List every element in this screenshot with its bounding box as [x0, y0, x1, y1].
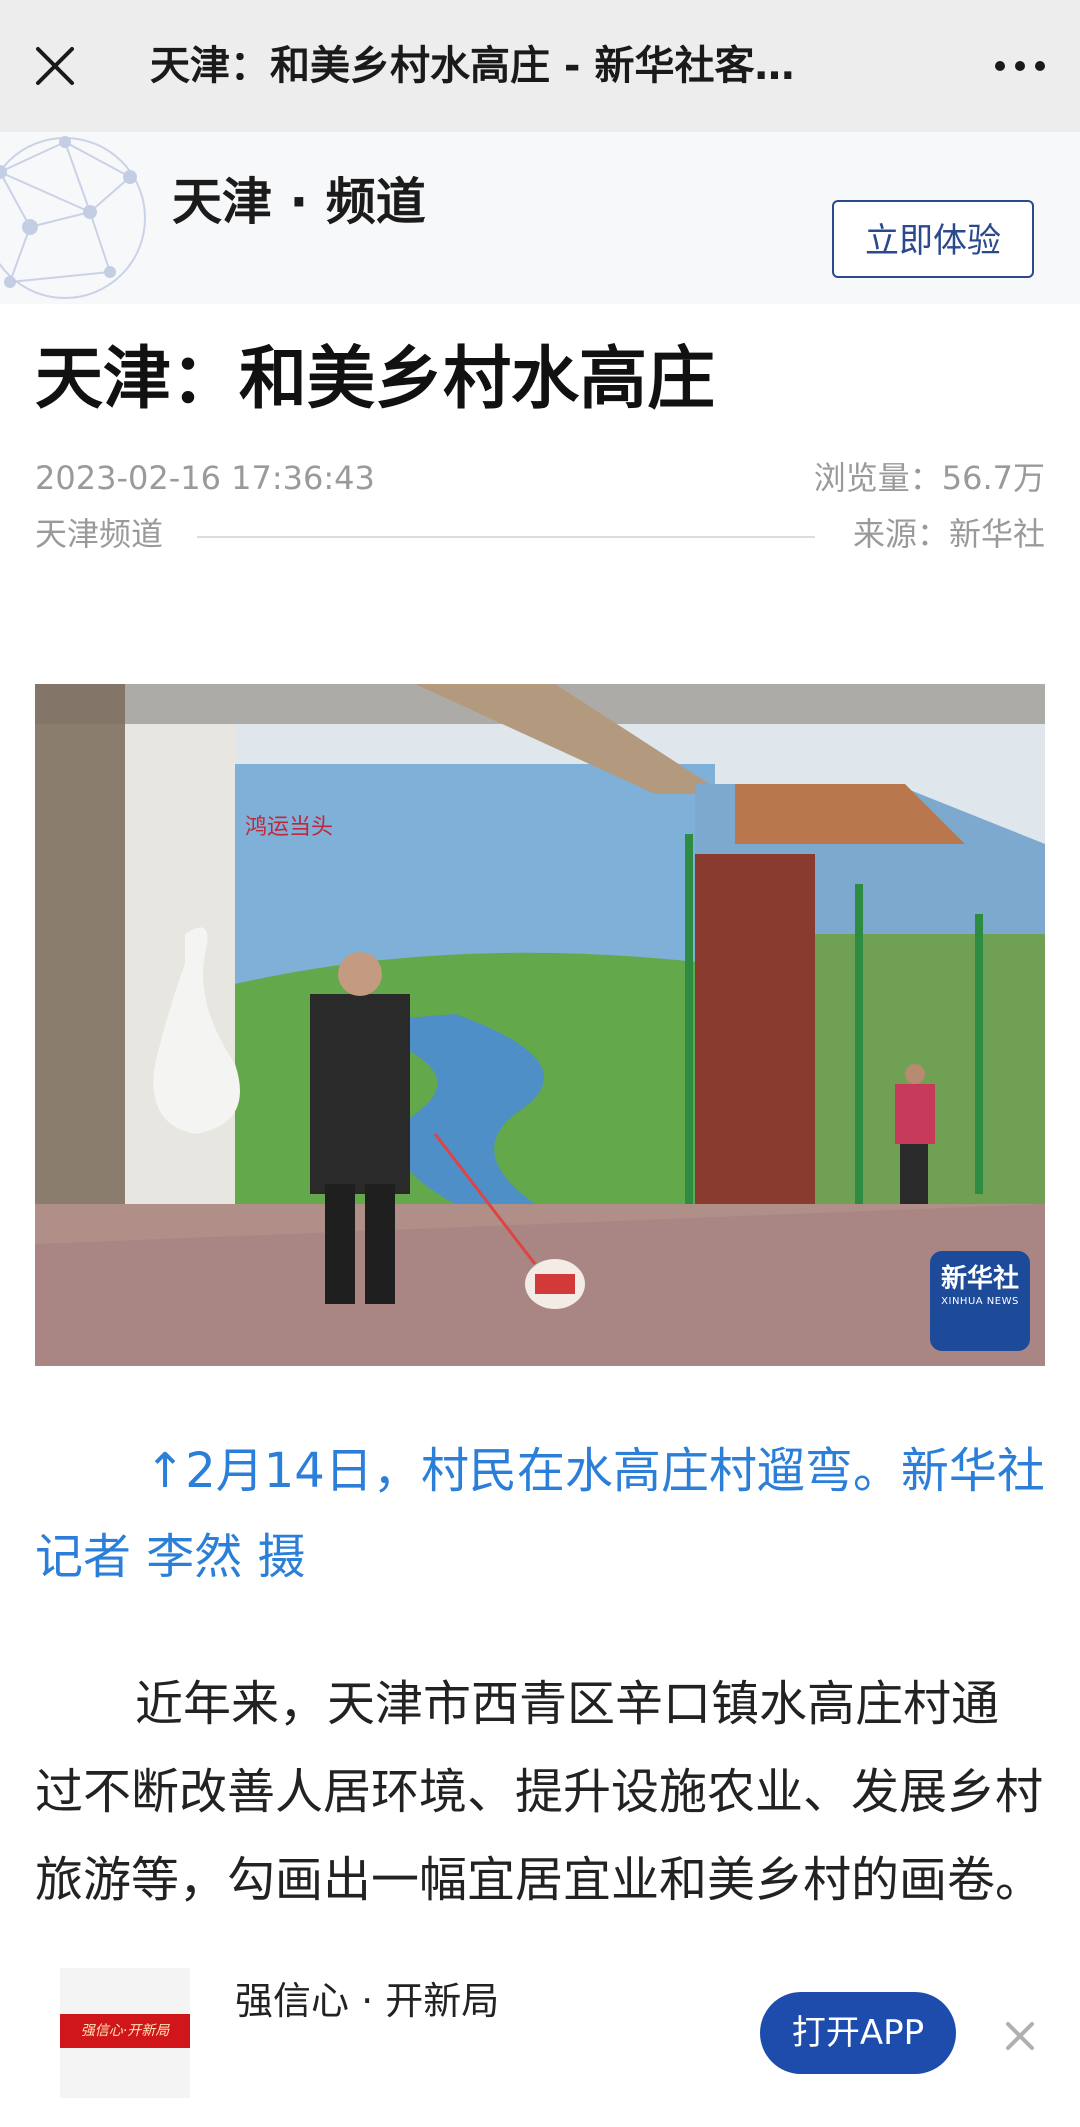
app-promo-bar: 强信心·开新局 强信心 · 开新局 打开APP: [0, 1940, 1080, 2127]
source-label: 来源：新华社: [852, 515, 1045, 553]
mural-text: 鸿运当头: [245, 815, 333, 840]
thumb-text: 强信心·开新局: [80, 2023, 170, 2039]
promo-thumbnail[interactable]: 强信心·开新局: [60, 1968, 190, 2098]
open-app-button[interactable]: 打开APP: [760, 1992, 956, 2074]
channel-title: 天津 · 频道: [172, 173, 426, 231]
channel-link[interactable]: 天津频道: [35, 514, 163, 554]
divider: [197, 536, 815, 538]
badge-title: 新华社: [940, 1264, 1019, 1294]
try-now-button[interactable]: 立即体验: [832, 200, 1034, 278]
article-body: 近年来，天津市西青区辛口镇水高庄村通过不断改善人居环境、提升设施农业、发展乡村旅…: [35, 1676, 1044, 1908]
xinhua-watermark: 新华社 XINHUA NEWS: [930, 1251, 1030, 1351]
close-icon[interactable]: [1000, 2016, 1040, 2056]
channel-banner: 天津 · 频道 立即体验: [0, 132, 1080, 304]
article-title: 天津：和美乡村水高庄: [35, 340, 716, 419]
top-navbar: 天津：和美乡村水高庄 - 新华社客…: [0, 0, 1080, 132]
publish-date: 2023-02-16 17:36:43: [35, 459, 375, 497]
network-globe-icon: [0, 132, 160, 304]
promo-title[interactable]: 强信心 · 开新局: [235, 1976, 499, 2026]
close-icon[interactable]: [30, 41, 80, 91]
badge-subtitle: XINHUA NEWS: [941, 1296, 1019, 1307]
more-dots-icon[interactable]: [990, 46, 1050, 86]
page-title: 天津：和美乡村水高庄 - 新华社客…: [150, 43, 795, 89]
photo-caption: ↑2月14日，村民在水高庄村遛弯。新华社记者 李然 摄: [35, 1443, 1045, 1585]
article-photo[interactable]: 鸿运当头 新华社 XINHUA NEWS: [35, 684, 1045, 1366]
view-count: 浏览量：56.7万: [813, 459, 1045, 497]
